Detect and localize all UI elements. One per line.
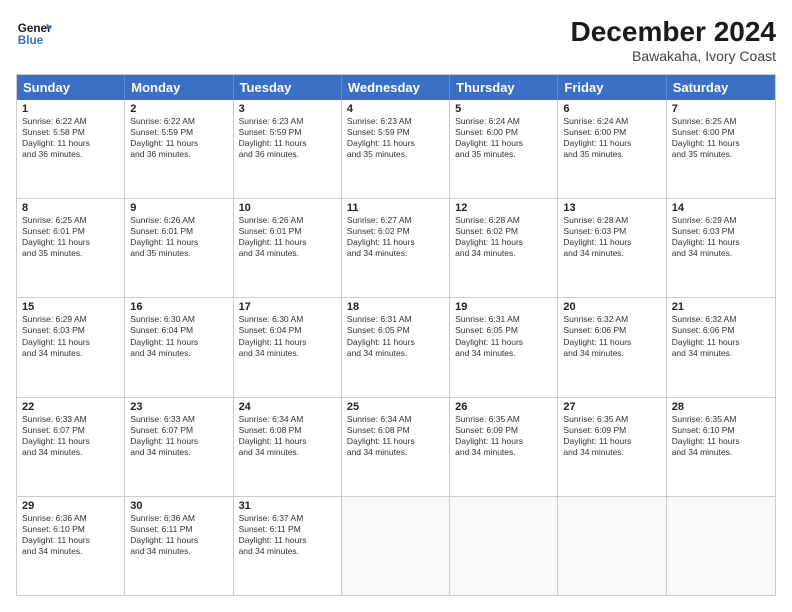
empty-3 [558, 497, 666, 595]
subtitle: Bawakaha, Ivory Coast [571, 48, 776, 64]
empty-1 [342, 497, 450, 595]
calendar-header: Sunday Monday Tuesday Wednesday Thursday… [17, 75, 775, 100]
day-7: 7 Sunrise: 6:25 AMSunset: 6:00 PMDayligh… [667, 100, 775, 198]
week-row-1: 1 Sunrise: 6:22 AMSunset: 5:58 PMDayligh… [17, 100, 775, 198]
day-31: 31 Sunrise: 6:37 AMSunset: 6:11 PMDaylig… [234, 497, 342, 595]
day-20: 20 Sunrise: 6:32 AMSunset: 6:06 PMDaylig… [558, 298, 666, 396]
day-12: 12 Sunrise: 6:28 AMSunset: 6:02 PMDaylig… [450, 199, 558, 297]
calendar: Sunday Monday Tuesday Wednesday Thursday… [16, 74, 776, 596]
day-27: 27 Sunrise: 6:35 AMSunset: 6:09 PMDaylig… [558, 398, 666, 496]
calendar-page: General Blue December 2024 Bawakaha, Ivo… [0, 0, 792, 612]
header: General Blue December 2024 Bawakaha, Ivo… [16, 16, 776, 64]
day-25: 25 Sunrise: 6:34 AMSunset: 6:08 PMDaylig… [342, 398, 450, 496]
header-thursday: Thursday [450, 75, 558, 100]
day-6: 6 Sunrise: 6:24 AMSunset: 6:00 PMDayligh… [558, 100, 666, 198]
empty-2 [450, 497, 558, 595]
day-13: 13 Sunrise: 6:28 AMSunset: 6:03 PMDaylig… [558, 199, 666, 297]
day-14: 14 Sunrise: 6:29 AMSunset: 6:03 PMDaylig… [667, 199, 775, 297]
day-23: 23 Sunrise: 6:33 AMSunset: 6:07 PMDaylig… [125, 398, 233, 496]
day-21: 21 Sunrise: 6:32 AMSunset: 6:06 PMDaylig… [667, 298, 775, 396]
logo-icon: General Blue [16, 16, 52, 52]
title-block: December 2024 Bawakaha, Ivory Coast [571, 16, 776, 64]
day-26: 26 Sunrise: 6:35 AMSunset: 6:09 PMDaylig… [450, 398, 558, 496]
day-11: 11 Sunrise: 6:27 AMSunset: 6:02 PMDaylig… [342, 199, 450, 297]
day-16: 16 Sunrise: 6:30 AMSunset: 6:04 PMDaylig… [125, 298, 233, 396]
day-24: 24 Sunrise: 6:34 AMSunset: 6:08 PMDaylig… [234, 398, 342, 496]
header-tuesday: Tuesday [234, 75, 342, 100]
day-4: 4 Sunrise: 6:23 AMSunset: 5:59 PMDayligh… [342, 100, 450, 198]
week-row-2: 8 Sunrise: 6:25 AMSunset: 6:01 PMDayligh… [17, 198, 775, 297]
week-row-3: 15 Sunrise: 6:29 AMSunset: 6:03 PMDaylig… [17, 297, 775, 396]
week-row-5: 29 Sunrise: 6:36 AMSunset: 6:10 PMDaylig… [17, 496, 775, 595]
day-10: 10 Sunrise: 6:26 AMSunset: 6:01 PMDaylig… [234, 199, 342, 297]
day-3: 3 Sunrise: 6:23 AMSunset: 5:59 PMDayligh… [234, 100, 342, 198]
day-9: 9 Sunrise: 6:26 AMSunset: 6:01 PMDayligh… [125, 199, 233, 297]
empty-4 [667, 497, 775, 595]
header-friday: Friday [558, 75, 666, 100]
day-8: 8 Sunrise: 6:25 AMSunset: 6:01 PMDayligh… [17, 199, 125, 297]
week-row-4: 22 Sunrise: 6:33 AMSunset: 6:07 PMDaylig… [17, 397, 775, 496]
day-15: 15 Sunrise: 6:29 AMSunset: 6:03 PMDaylig… [17, 298, 125, 396]
day-17: 17 Sunrise: 6:30 AMSunset: 6:04 PMDaylig… [234, 298, 342, 396]
day-1: 1 Sunrise: 6:22 AMSunset: 5:58 PMDayligh… [17, 100, 125, 198]
calendar-body: 1 Sunrise: 6:22 AMSunset: 5:58 PMDayligh… [17, 100, 775, 595]
header-sunday: Sunday [17, 75, 125, 100]
day-18: 18 Sunrise: 6:31 AMSunset: 6:05 PMDaylig… [342, 298, 450, 396]
day-5: 5 Sunrise: 6:24 AMSunset: 6:00 PMDayligh… [450, 100, 558, 198]
header-wednesday: Wednesday [342, 75, 450, 100]
logo: General Blue [16, 16, 52, 52]
header-saturday: Saturday [667, 75, 775, 100]
day-2: 2 Sunrise: 6:22 AMSunset: 5:59 PMDayligh… [125, 100, 233, 198]
header-monday: Monday [125, 75, 233, 100]
day-22: 22 Sunrise: 6:33 AMSunset: 6:07 PMDaylig… [17, 398, 125, 496]
main-title: December 2024 [571, 16, 776, 48]
day-19: 19 Sunrise: 6:31 AMSunset: 6:05 PMDaylig… [450, 298, 558, 396]
day-29: 29 Sunrise: 6:36 AMSunset: 6:10 PMDaylig… [17, 497, 125, 595]
day-30: 30 Sunrise: 6:36 AMSunset: 6:11 PMDaylig… [125, 497, 233, 595]
day-28: 28 Sunrise: 6:35 AMSunset: 6:10 PMDaylig… [667, 398, 775, 496]
svg-text:Blue: Blue [18, 34, 44, 47]
